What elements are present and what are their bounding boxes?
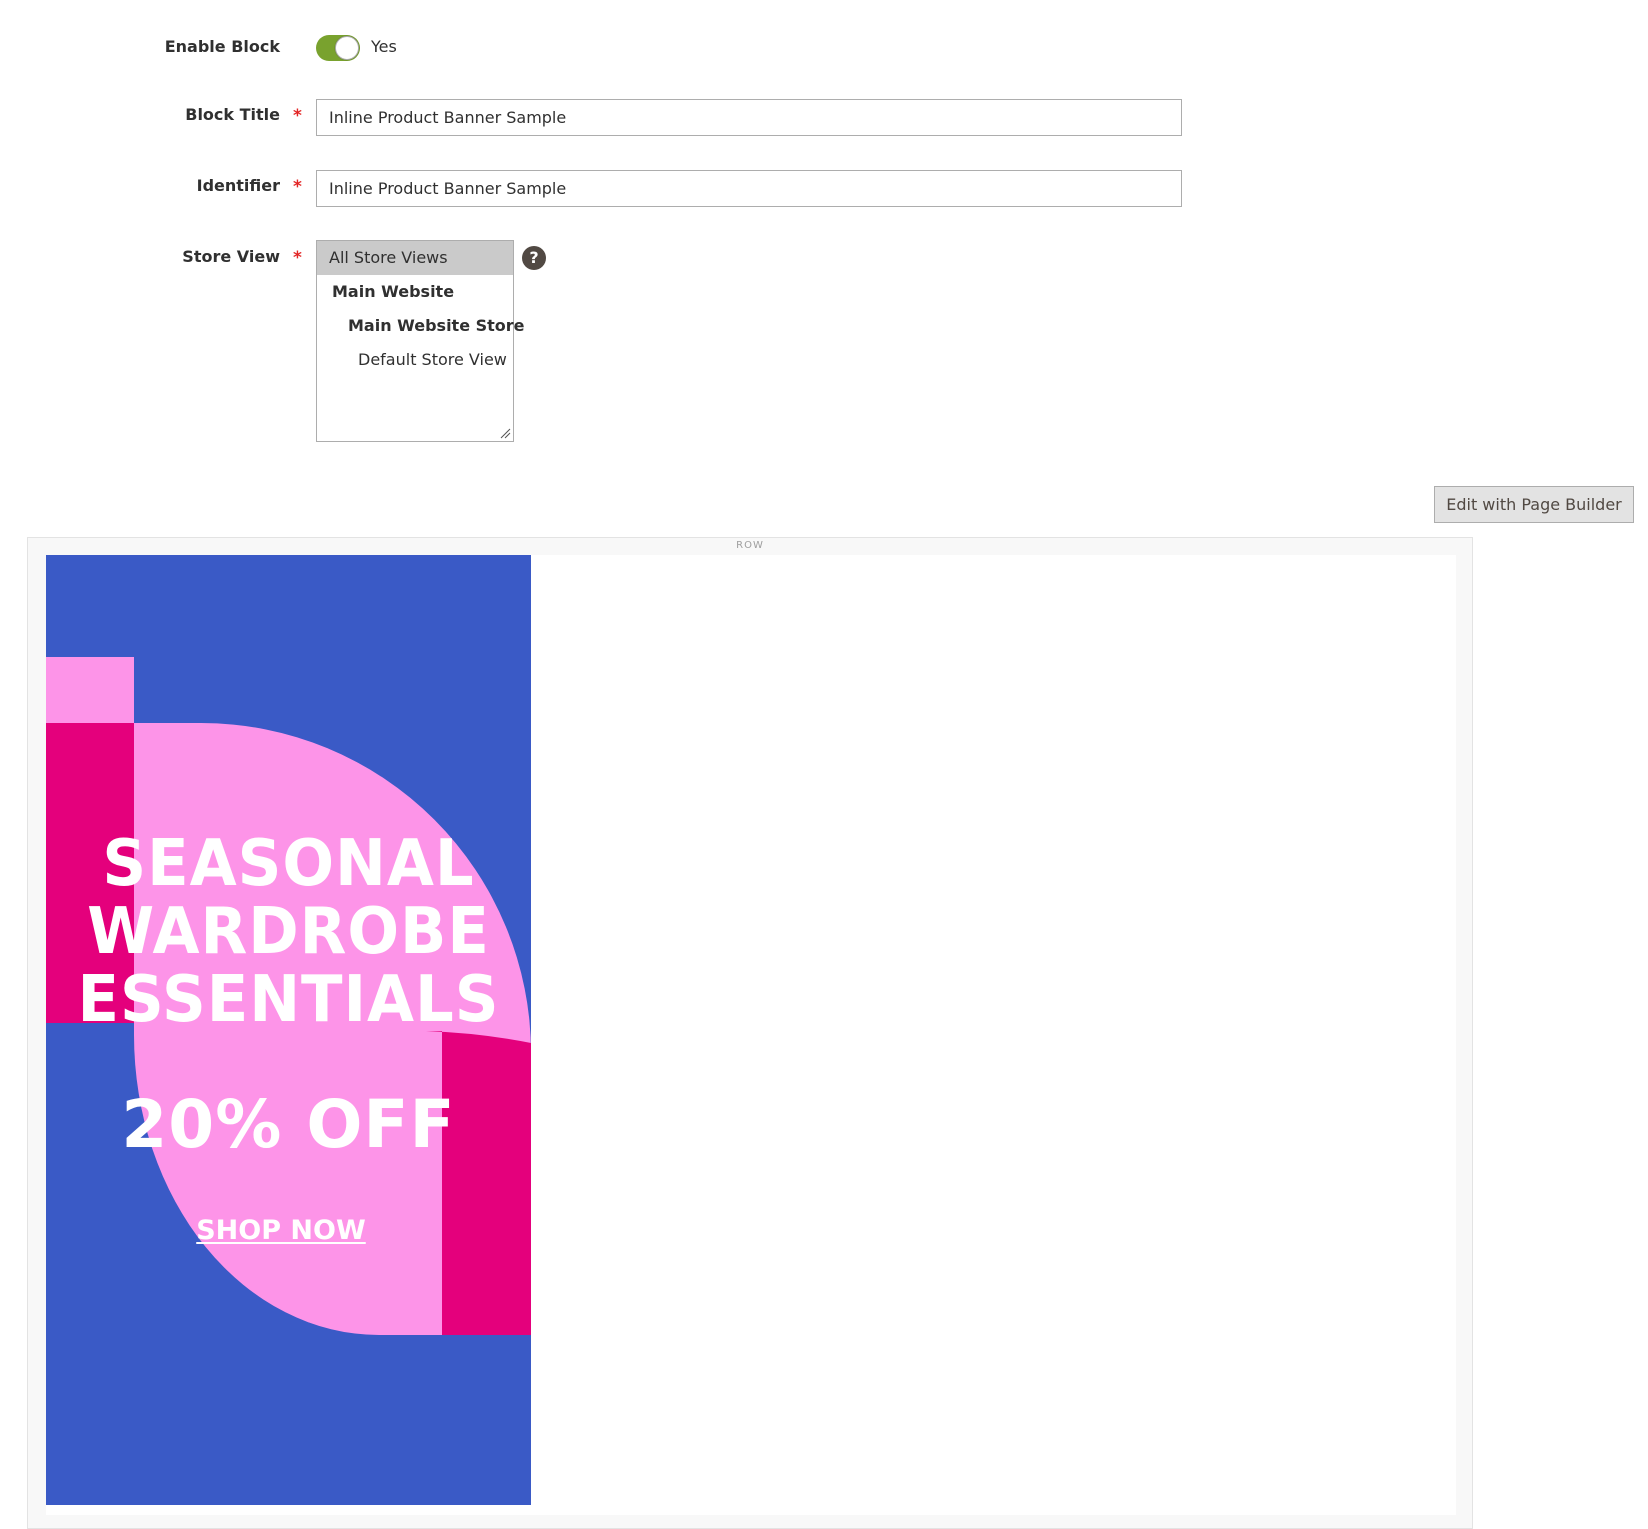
required-marker: *: [293, 248, 302, 268]
banner-headline: SEASONAL WARDROBE ESSENTIALS: [58, 830, 519, 1034]
enable-block-toggle[interactable]: [316, 35, 360, 61]
store-view-multiselect[interactable]: All Store Views Main Website Main Websit…: [316, 240, 525, 442]
identifier-label: Identifier: [196, 176, 280, 195]
headline-line: SEASONAL: [102, 827, 475, 901]
enable-block-value: Yes: [371, 37, 397, 56]
identifier-input[interactable]: [316, 170, 1182, 207]
block-title-label: Block Title: [185, 105, 280, 124]
row-label: ROW: [736, 540, 764, 551]
enable-block-label: Enable Block: [164, 37, 280, 56]
row-content[interactable]: SEASONAL WARDROBE ESSENTIALS 20% OFF SHO…: [46, 555, 1456, 1515]
resize-grip-icon[interactable]: [500, 428, 511, 439]
help-icon[interactable]: ?: [522, 246, 546, 270]
required-marker: *: [293, 106, 302, 126]
toggle-knob: [335, 36, 359, 60]
shop-now-link[interactable]: SHOP NOW: [46, 1215, 516, 1247]
required-marker: *: [293, 177, 302, 197]
block-title-input[interactable]: [316, 99, 1182, 136]
pink-square: [46, 657, 134, 723]
banner-discount: 20% OFF: [121, 1086, 456, 1163]
edit-with-page-builder-button[interactable]: Edit with Page Builder: [1434, 486, 1634, 523]
page-builder-stage: ROW SEASONAL WARDROBE ESSENTIALS 20% OFF…: [27, 537, 1473, 1529]
store-view-label: Store View: [182, 247, 280, 266]
store-view-option-all[interactable]: All Store Views: [317, 241, 513, 275]
headline-line: ESSENTIALS: [77, 963, 500, 1037]
store-view-option-store: Main Website Store: [348, 316, 525, 335]
store-view-option-default[interactable]: Default Store View: [317, 343, 513, 377]
promo-banner-image[interactable]: SEASONAL WARDROBE ESSENTIALS 20% OFF SHO…: [46, 555, 531, 1505]
headline-line: WARDROBE: [87, 895, 490, 969]
store-view-option-website: Main Website: [332, 282, 455, 301]
